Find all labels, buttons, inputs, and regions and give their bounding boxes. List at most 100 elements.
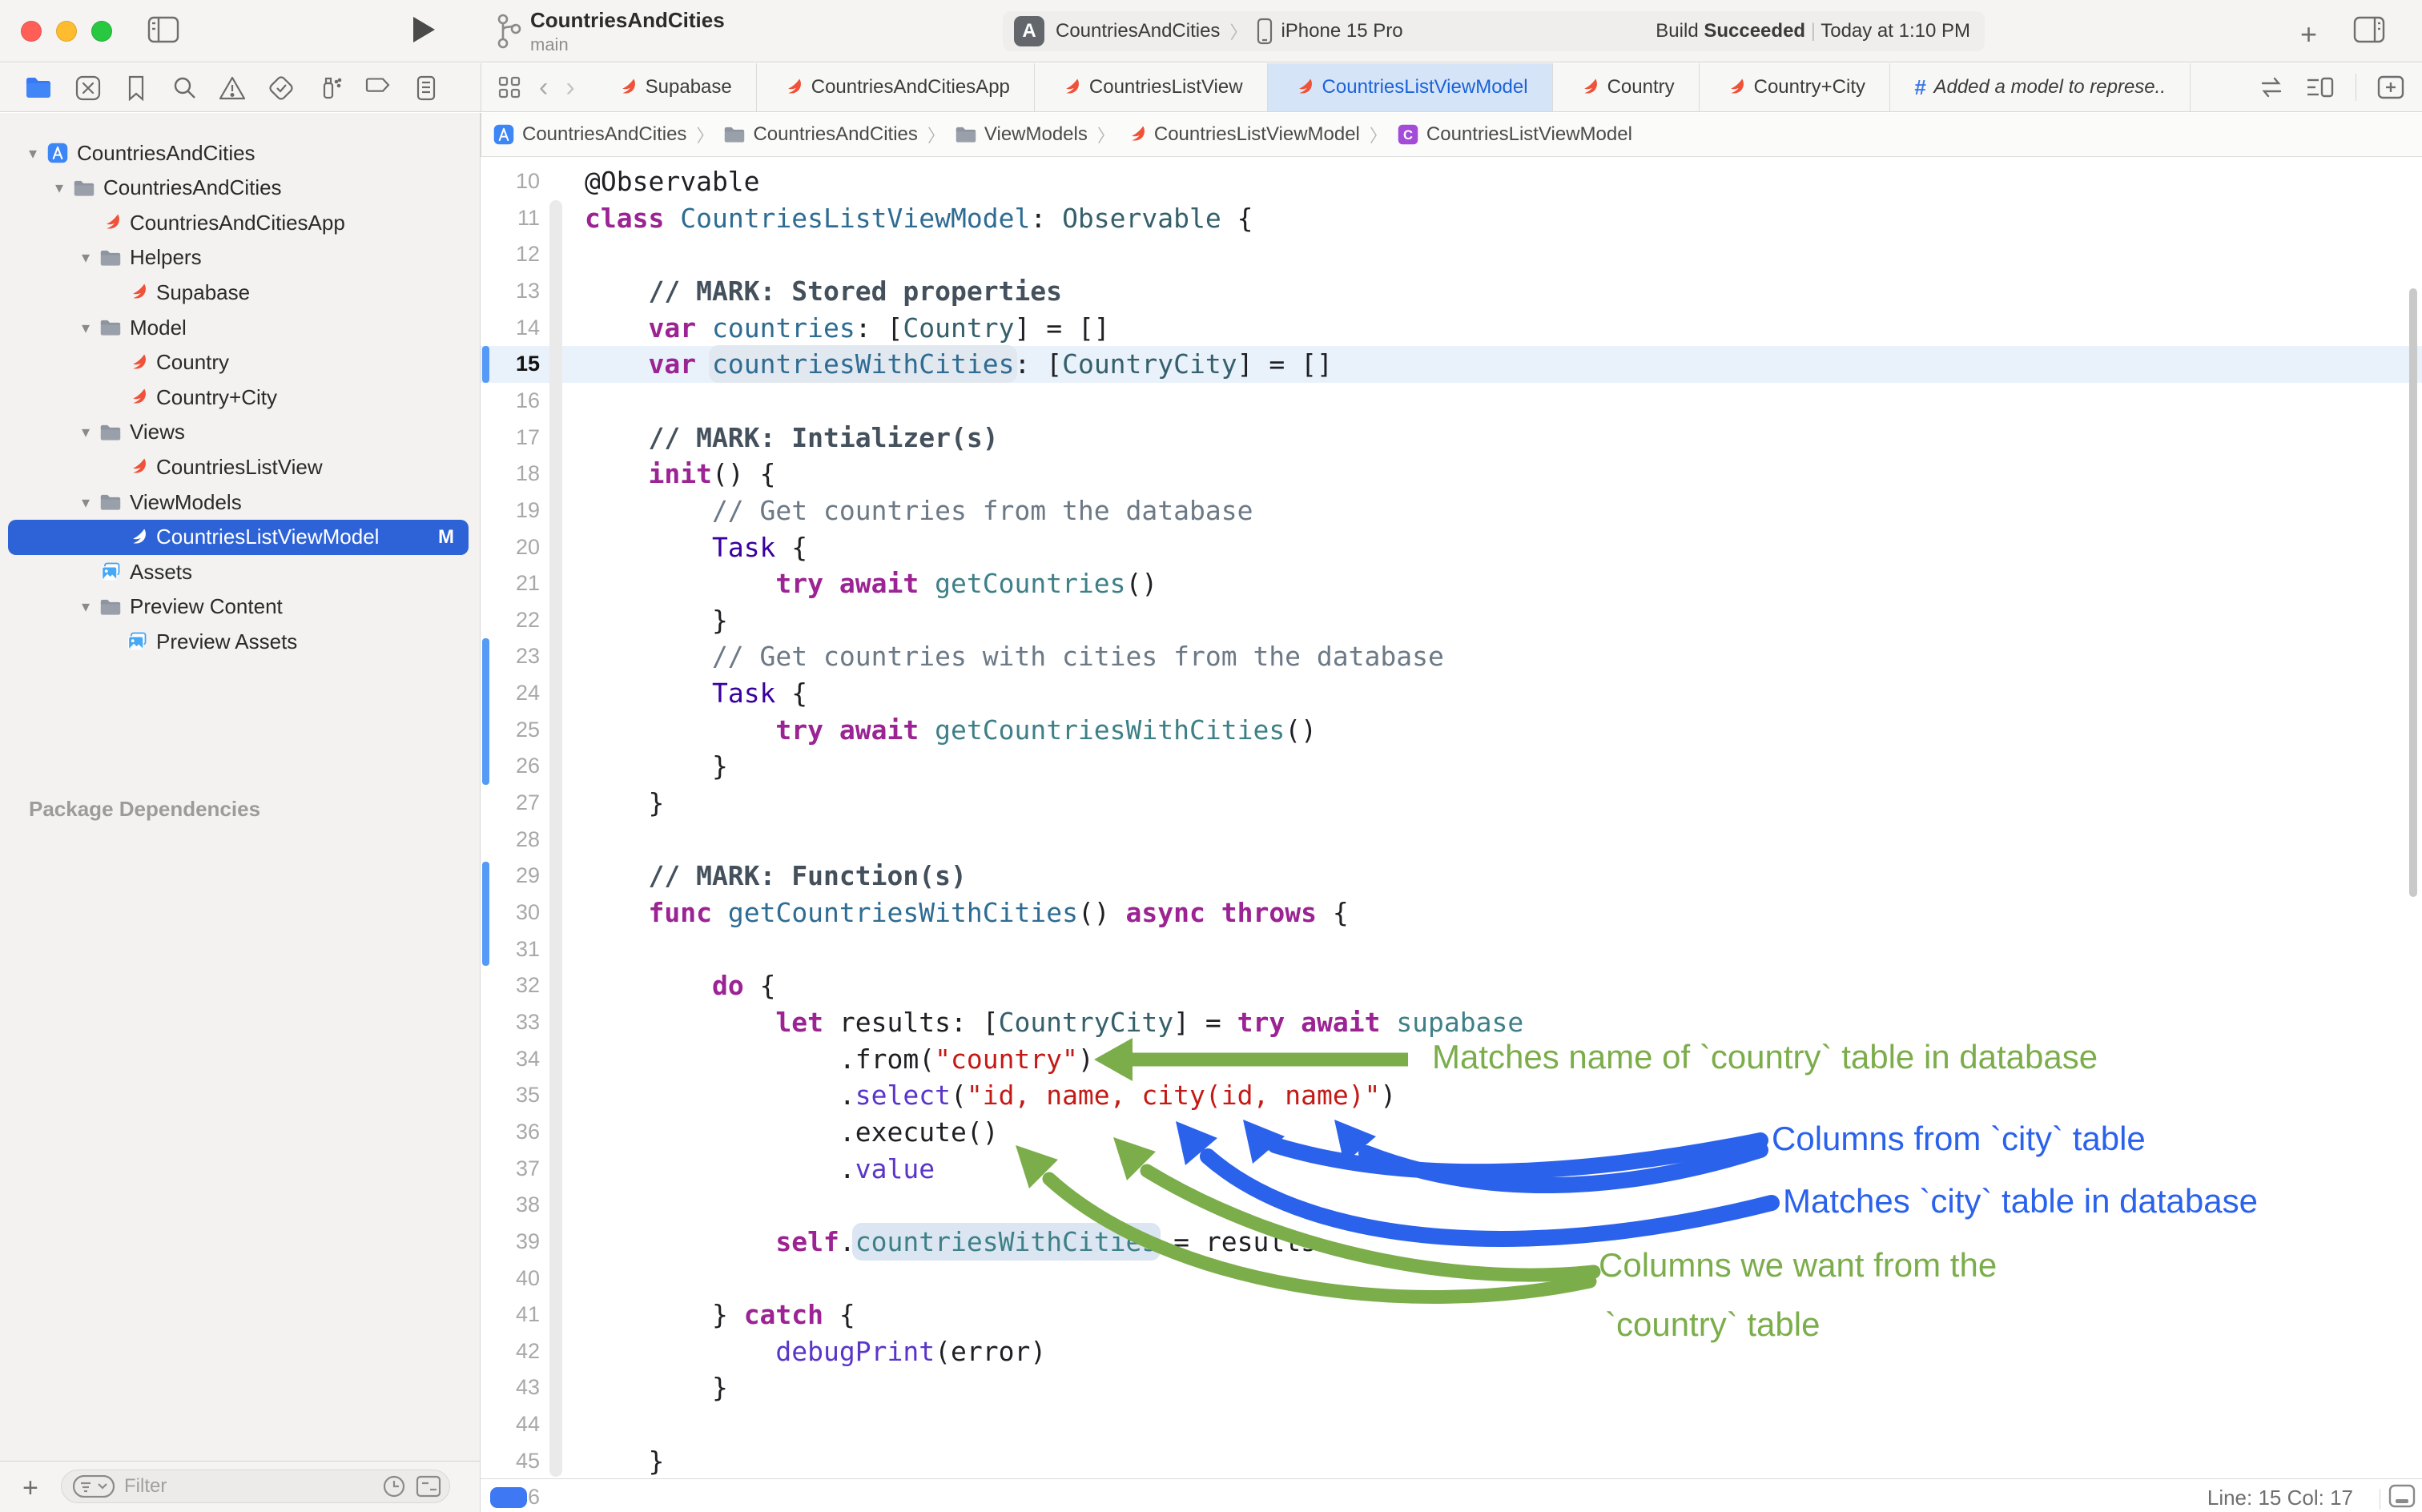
traffic-close-button[interactable] bbox=[21, 21, 42, 42]
chevron-down-icon[interactable]: ▾ bbox=[72, 422, 99, 442]
sidebar-item-assets[interactable]: Assets bbox=[8, 554, 469, 589]
chevron-down-icon[interactable]: ▾ bbox=[72, 247, 99, 267]
tab-countriesandcitiesapp[interactable]: CountriesAndCitiesApp bbox=[757, 63, 1035, 111]
breakpoints-icon[interactable] bbox=[364, 74, 392, 103]
tab-countrieslistview[interactable]: CountriesListView bbox=[1035, 63, 1268, 111]
line-number[interactable]: 15 bbox=[481, 352, 540, 376]
code-line-13[interactable]: 13 // MARK: Stored properties bbox=[481, 273, 2422, 310]
line-number[interactable]: 14 bbox=[481, 316, 540, 340]
bookmarks-icon[interactable] bbox=[122, 74, 151, 103]
code-line-43[interactable]: 43 } bbox=[481, 1369, 2422, 1406]
code-line-22[interactable]: 22 } bbox=[481, 602, 2422, 639]
forward-icon[interactable]: › bbox=[565, 72, 574, 103]
line-number[interactable]: 29 bbox=[481, 863, 540, 888]
tab-overview-icon[interactable] bbox=[497, 75, 521, 99]
sidebar-item-countriesandcities[interactable]: ▾CountriesAndCities bbox=[8, 135, 469, 171]
package-dependencies-header[interactable]: Package Dependencies bbox=[29, 797, 260, 822]
tab-added-a-model-to-represe-[interactable]: #Added a model to represe.. bbox=[1890, 63, 2191, 111]
chevron-down-icon[interactable]: ▾ bbox=[46, 178, 73, 198]
line-number[interactable]: 17 bbox=[481, 425, 540, 450]
sidebar-item-supabase[interactable]: Supabase bbox=[8, 275, 469, 310]
breadcrumb-item[interactable]: CountriesAndCities bbox=[723, 123, 917, 146]
line-number[interactable]: 21 bbox=[481, 571, 540, 596]
code-line-32[interactable]: 32 do { bbox=[481, 967, 2422, 1004]
code-line-11[interactable]: 11class CountriesListViewModel: Observab… bbox=[481, 200, 2422, 237]
code-line-27[interactable]: 27 } bbox=[481, 785, 2422, 822]
line-number[interactable]: 45 bbox=[481, 1449, 540, 1474]
chevron-down-icon[interactable]: ▾ bbox=[72, 318, 99, 338]
line-number[interactable]: 19 bbox=[481, 498, 540, 523]
chevron-down-icon[interactable]: ▾ bbox=[19, 143, 46, 163]
code-line-28[interactable]: 28 bbox=[481, 822, 2422, 859]
line-number[interactable]: 11 bbox=[481, 206, 540, 231]
line-number[interactable]: 39 bbox=[481, 1229, 540, 1254]
code-line-29[interactable]: 29 // MARK: Function(s) bbox=[481, 858, 2422, 895]
editor-layout-icon[interactable] bbox=[2388, 1484, 2416, 1508]
add-button[interactable]: + bbox=[2300, 18, 2317, 51]
code-line-33[interactable]: 33 let results: [CountryCity] = try awai… bbox=[481, 1004, 2422, 1041]
sidebar-item-countrieslistview[interactable]: CountriesListView bbox=[8, 449, 469, 485]
line-number[interactable]: 18 bbox=[481, 461, 540, 486]
code-line-12[interactable]: 12 bbox=[481, 236, 2422, 273]
related-items-swap-icon[interactable] bbox=[2258, 75, 2285, 99]
code-line-21[interactable]: 21 try await getCountries() bbox=[481, 565, 2422, 602]
sidebar-item-countriesandcities[interactable]: ▾CountriesAndCities bbox=[8, 171, 469, 206]
traffic-zoom-button[interactable] bbox=[91, 21, 112, 42]
sidebar-item-preview-content[interactable]: ▾Preview Content bbox=[8, 589, 469, 625]
code-line-40[interactable]: 40 bbox=[481, 1261, 2422, 1297]
code-line-18[interactable]: 18 init() { bbox=[481, 456, 2422, 493]
line-number[interactable]: 25 bbox=[481, 718, 540, 742]
code-line-26[interactable]: 26 } bbox=[481, 748, 2422, 785]
code-line-35[interactable]: 35 .select("id, name, city(id, name)") bbox=[481, 1077, 2422, 1114]
line-number[interactable]: 33 bbox=[481, 1010, 540, 1035]
issues-icon[interactable] bbox=[218, 74, 247, 103]
line-number[interactable]: 28 bbox=[481, 827, 540, 852]
breadcrumb-item[interactable]: ViewModels bbox=[955, 123, 1088, 146]
sidebar-item-countrieslistviewmodel[interactable]: CountriesListViewModelM bbox=[8, 520, 469, 555]
back-icon[interactable]: ‹ bbox=[539, 72, 548, 103]
toggle-right-sidebar-icon[interactable] bbox=[2353, 16, 2385, 43]
line-number[interactable]: 35 bbox=[481, 1083, 540, 1108]
code-line-31[interactable]: 31 bbox=[481, 931, 2422, 968]
add-editor-icon[interactable] bbox=[2377, 75, 2404, 99]
chevron-down-icon[interactable]: ▾ bbox=[72, 597, 99, 617]
line-number[interactable]: 40 bbox=[481, 1266, 540, 1291]
code-line-23[interactable]: 23 // Get countries with cities from the… bbox=[481, 638, 2422, 675]
find-icon[interactable] bbox=[170, 74, 199, 103]
tab-country[interactable]: Country bbox=[1553, 63, 1700, 111]
filter-field[interactable] bbox=[61, 1470, 450, 1503]
filter-options-icon[interactable] bbox=[73, 1475, 115, 1498]
code-line-45[interactable]: 45 } bbox=[481, 1443, 2422, 1480]
code-line-14[interactable]: 14 var countries: [Country] = [] bbox=[481, 310, 2422, 347]
line-number[interactable]: 31 bbox=[481, 937, 540, 962]
chevron-down-icon[interactable]: ▾ bbox=[72, 493, 99, 513]
breadcrumb-item[interactable]: CountriesAndCities bbox=[493, 123, 686, 146]
line-number[interactable]: 38 bbox=[481, 1192, 540, 1217]
code-line-24[interactable]: 24 Task { bbox=[481, 675, 2422, 712]
line-number[interactable]: 20 bbox=[481, 535, 540, 560]
line-number[interactable]: 42 bbox=[481, 1339, 540, 1364]
run-destination[interactable]: iPhone 15 Pro bbox=[1281, 20, 1402, 42]
source-control-icon[interactable] bbox=[74, 74, 103, 103]
scm-status-filter-icon[interactable] bbox=[416, 1475, 441, 1498]
project-navigator-folder-icon[interactable] bbox=[24, 74, 53, 103]
line-number[interactable]: 23 bbox=[481, 644, 540, 669]
sidebar-item-viewmodels[interactable]: ▾ViewModels bbox=[8, 485, 469, 520]
line-number[interactable]: 36 bbox=[481, 1120, 540, 1144]
line-number[interactable]: 43 bbox=[481, 1375, 540, 1400]
reports-icon[interactable] bbox=[412, 74, 441, 103]
line-number[interactable]: 37 bbox=[481, 1156, 540, 1181]
add-file-button[interactable]: + bbox=[22, 1473, 38, 1504]
traffic-minimize-button[interactable] bbox=[56, 21, 77, 42]
code-line-20[interactable]: 20 Task { bbox=[481, 529, 2422, 566]
code-line-10[interactable]: 10@Observable bbox=[481, 163, 2422, 200]
scrollbar-thumb[interactable] bbox=[2409, 288, 2417, 897]
code-line-30[interactable]: 30 func getCountriesWithCities() async t… bbox=[481, 895, 2422, 931]
jump-bar[interactable]: CountriesAndCities〉CountriesAndCities〉Vi… bbox=[481, 113, 2422, 157]
line-number[interactable]: 26 bbox=[481, 754, 540, 778]
line-number[interactable]: 30 bbox=[481, 900, 540, 925]
code-line-17[interactable]: 17 // MARK: Intializer(s) bbox=[481, 420, 2422, 456]
tab-country-city[interactable]: Country+City bbox=[1700, 63, 1890, 111]
code-line-41[interactable]: 41 } catch { bbox=[481, 1297, 2422, 1333]
tab-countrieslistviewmodel[interactable]: CountriesListViewModel bbox=[1268, 63, 1553, 111]
